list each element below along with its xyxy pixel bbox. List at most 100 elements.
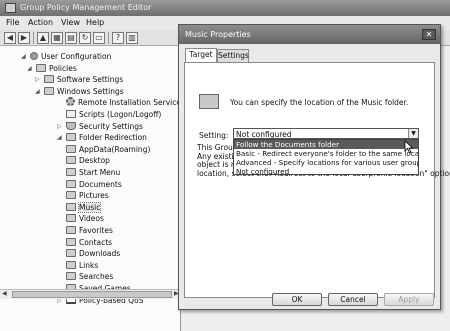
tree-item-label: Links: [79, 260, 99, 270]
option-not-configured[interactable]: Not configured: [234, 167, 418, 176]
tree-item-label: Security Settings: [79, 121, 143, 131]
music-properties-dialog: Music Properties ✕ Target Settings You c…: [178, 24, 450, 310]
mouse-pointer-icon: [404, 140, 414, 154]
tree-item-label: Remote Installation Services: [78, 98, 181, 108]
tree-item-label: Downloads: [79, 249, 121, 259]
folder-icon: [66, 272, 76, 281]
folder-icon: [66, 179, 76, 188]
folder-icon: [44, 75, 54, 84]
dialog-title: Music Properties: [185, 30, 251, 39]
toolbar-separator: [33, 32, 34, 44]
tree-item[interactable]: Start Menu: [66, 167, 120, 178]
setting-options-list[interactable]: Follow the Documents folder Basic - Redi…: [233, 139, 419, 176]
main-title-bar[interactable]: Group Policy Management Editor: [0, 0, 450, 16]
tree-item-label: Windows Settings: [57, 86, 124, 96]
tree-item-label: Documents: [79, 179, 122, 189]
ok-button[interactable]: OK: [272, 293, 322, 306]
show-tree-icon[interactable]: ▦: [51, 32, 63, 44]
tree-item-label: Contacts: [79, 237, 113, 247]
tree-item[interactable]: Scripts (Logon/Logoff): [66, 109, 161, 120]
expanded-arrow-icon[interactable]: ◢: [35, 86, 40, 97]
tree-item-label: Software Settings: [57, 75, 124, 85]
tree-item[interactable]: ◢ Windows Settings: [35, 86, 124, 97]
scroll-thumb[interactable]: [12, 291, 172, 298]
tree-item[interactable]: Desktop: [66, 155, 110, 166]
tree-item[interactable]: Documents: [66, 179, 122, 190]
folder-icon: [66, 133, 76, 142]
forward-icon[interactable]: ▶: [18, 32, 30, 44]
tree-item[interactable]: Downloads: [66, 248, 120, 259]
folder-icon: [44, 86, 54, 95]
folder-icon: [66, 260, 76, 269]
close-icon[interactable]: ✕: [422, 29, 436, 40]
folder-icon: [66, 144, 76, 153]
tree-item-label: Desktop: [79, 156, 110, 166]
tree-item-label: Start Menu: [79, 168, 121, 177]
tree-item[interactable]: AppData(Roaming): [66, 144, 150, 155]
tree-item[interactable]: Pictures: [66, 190, 109, 201]
tree-item-label: Policies: [49, 63, 77, 73]
setting-dropdown[interactable]: Not configured ▼: [233, 128, 419, 139]
scroll-left-icon[interactable]: ◀: [2, 290, 7, 297]
target-tab-page: You can specify the location of the Musi…: [184, 62, 450, 298]
folder-icon: [66, 237, 76, 246]
script-icon: [66, 110, 76, 118]
collapsed-arrow-icon[interactable]: ▷: [35, 74, 40, 85]
tree-item-label: Folder Redirection: [79, 133, 147, 143]
filter-icon[interactable]: ▥: [126, 32, 138, 44]
window-title: Group Policy Management Editor: [20, 3, 152, 12]
folder-description: You can specify the location of the Musi…: [230, 98, 409, 107]
option-basic[interactable]: Basic - Redirect everyone's folder to th…: [234, 149, 418, 158]
app-icon: [5, 3, 16, 13]
folder-icon: [66, 168, 76, 176]
setting-selected-value: Not configured: [236, 130, 292, 139]
folder-icon: [66, 191, 76, 200]
tree-item-label: User Configuration: [41, 52, 112, 61]
back-icon[interactable]: ◀: [4, 32, 16, 44]
music-folder-icon: [66, 202, 76, 211]
tree-item[interactable]: ▷ Security Settings: [57, 121, 143, 132]
menu-file[interactable]: File: [6, 18, 19, 27]
tree-horizontal-scrollbar[interactable]: ◀ ▶: [0, 289, 181, 299]
tree-item[interactable]: ◢ Folder Redirection: [57, 132, 147, 143]
help-icon[interactable]: ?: [112, 32, 124, 44]
up-folder-icon[interactable]: ▲: [37, 32, 49, 44]
tree-item[interactable]: Searches: [66, 271, 113, 282]
tree-item[interactable]: Music: [66, 201, 102, 213]
refresh-icon[interactable]: ↻: [79, 32, 91, 44]
toolbar-separator: [108, 32, 109, 44]
tree-item-label: Pictures: [79, 191, 109, 201]
tree-item[interactable]: Contacts: [66, 237, 112, 248]
properties-icon[interactable]: ▤: [65, 32, 77, 44]
cancel-button[interactable]: Cancel: [328, 293, 378, 306]
expanded-arrow-icon[interactable]: ◢: [21, 51, 26, 62]
tree-item[interactable]: Favorites: [66, 225, 113, 236]
tree-item[interactable]: ◢ Policies: [27, 63, 77, 74]
folder-icon: [36, 63, 46, 72]
folder-icon: [66, 226, 76, 234]
tree-item-label: Searches: [79, 272, 114, 282]
chevron-down-icon[interactable]: ▼: [408, 129, 418, 138]
expanded-arrow-icon[interactable]: ◢: [57, 132, 62, 143]
tab-settings[interactable]: Settings: [217, 49, 249, 62]
menu-help[interactable]: Help: [86, 18, 104, 27]
option-advanced[interactable]: Advanced - Specify locations for various…: [234, 158, 418, 167]
menu-action[interactable]: Action: [28, 18, 53, 27]
tab-target[interactable]: Target: [185, 48, 217, 62]
export-list-icon[interactable]: ▭: [93, 32, 105, 44]
expanded-arrow-icon[interactable]: ◢: [27, 63, 32, 74]
tree-item[interactable]: Remote Installation Services: [66, 97, 181, 108]
option-follow-documents[interactable]: Follow the Documents folder: [234, 140, 418, 149]
apply-button[interactable]: Apply: [384, 293, 434, 306]
dialog-title-bar[interactable]: Music Properties ✕: [179, 25, 440, 44]
tree-item[interactable]: ◢ User Configuration: [21, 51, 112, 62]
shield-icon: [66, 121, 76, 130]
tree-item-label: Music: [77, 201, 102, 213]
collapsed-arrow-icon[interactable]: ▷: [57, 121, 62, 132]
tree-item[interactable]: Videos: [66, 213, 104, 224]
user-icon: [30, 52, 38, 60]
menu-view[interactable]: View: [61, 18, 80, 27]
tree-item-label: Videos: [79, 214, 104, 224]
tree-item[interactable]: ▷ Software Settings: [35, 74, 124, 85]
tree-item[interactable]: Links: [66, 260, 98, 271]
